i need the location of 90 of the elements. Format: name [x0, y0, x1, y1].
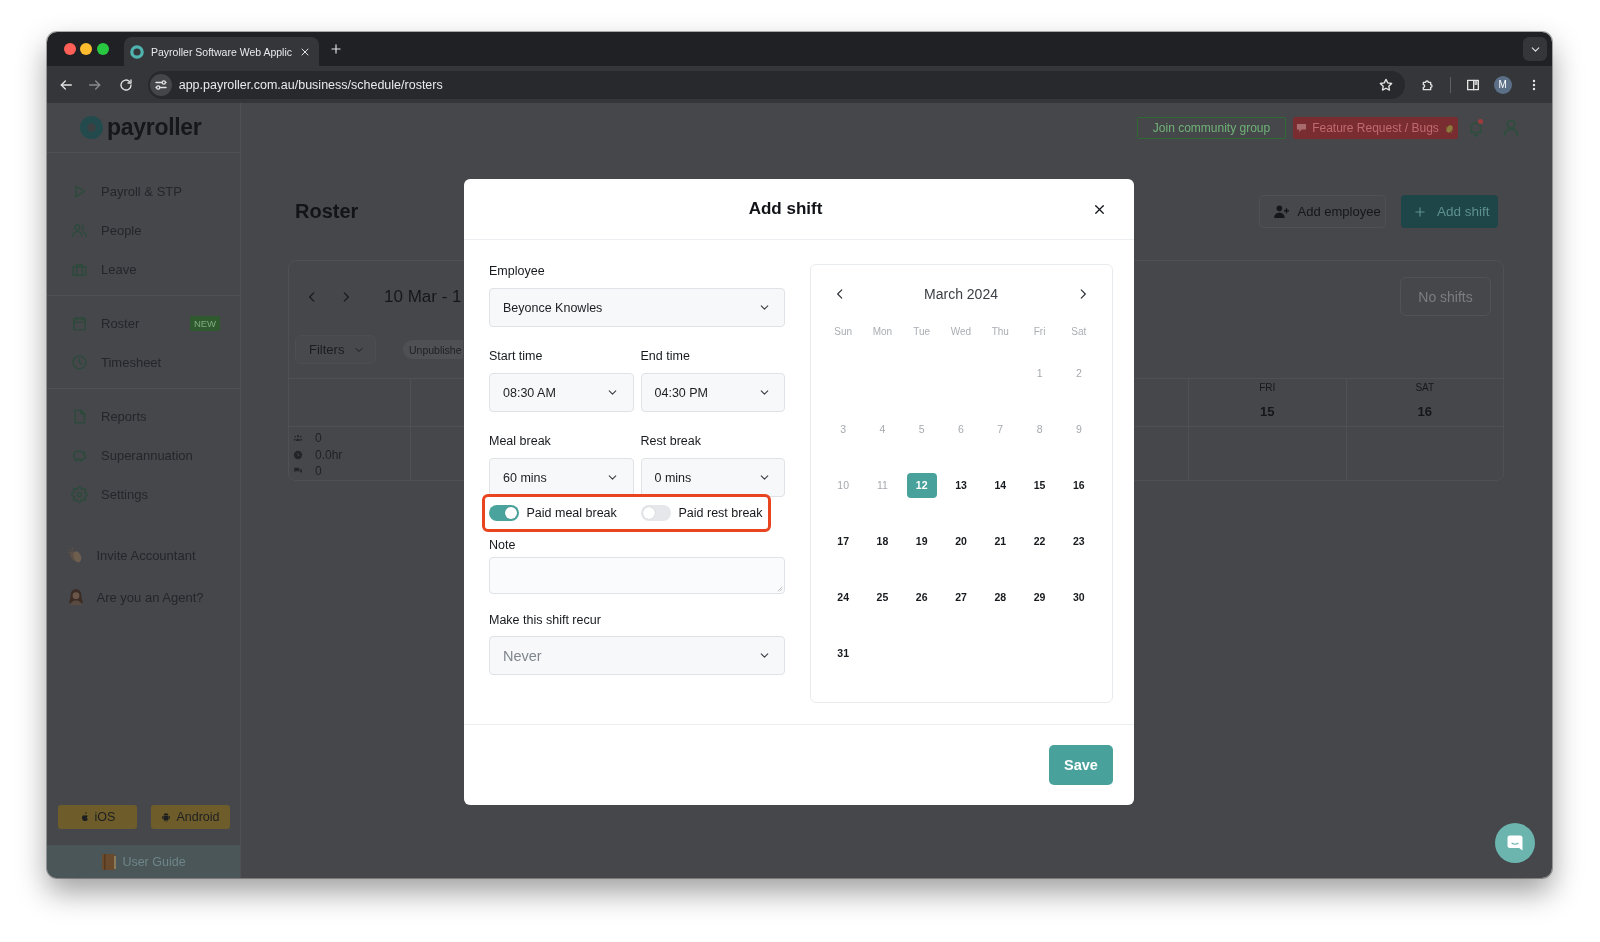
browser-tab[interactable]: Payroller Software Web Applic — [123, 37, 319, 66]
speech-bubble-icon — [1296, 122, 1308, 134]
action-button[interactable]: Add shift — [1401, 195, 1498, 228]
app-store-button[interactable]: iOS — [57, 805, 137, 829]
calendar-day[interactable]: 31 — [828, 640, 859, 666]
piggy-bank-icon — [71, 447, 88, 464]
calendar-day[interactable]: 30 — [1063, 584, 1094, 610]
calendar-day[interactable]: 28 — [985, 584, 1016, 610]
calendar-day[interactable]: 12 — [906, 472, 937, 498]
calendar-day[interactable]: 13 — [946, 472, 976, 498]
field-label: Note — [489, 538, 517, 552]
toggle-label[interactable]: Paid meal break — [526, 506, 617, 520]
field-label: Meal break — [489, 434, 552, 448]
address-bar[interactable]: app.payroller.com.au/business/schedule/rosters — [147, 70, 1405, 99]
calendar-day[interactable]: 15 — [1024, 472, 1055, 498]
header-button-label: Join community group — [1152, 121, 1271, 135]
chat-launcher-button[interactable] — [1495, 823, 1535, 863]
note-field[interactable] — [489, 557, 785, 594]
month-label: March 2024 — [924, 286, 998, 302]
new-tab-icon[interactable] — [328, 42, 343, 56]
field-label: Start time — [489, 349, 544, 363]
settings-icon — [71, 486, 88, 503]
reload-icon[interactable] — [117, 76, 134, 93]
chat-bubble-icon — [1505, 833, 1525, 853]
calendar-day[interactable]: 18 — [867, 528, 898, 554]
toggle-label[interactable]: Paid rest break — [678, 506, 763, 520]
resize-grip-icon — [775, 584, 783, 592]
calendar-day[interactable]: 20 — [946, 528, 976, 554]
favicon-icon — [129, 44, 144, 59]
field-label: End time — [640, 349, 691, 363]
save-button[interactable]: Save — [1049, 745, 1113, 785]
new-badge: NEW — [190, 316, 220, 331]
calendar-day[interactable]: 17 — [828, 528, 859, 554]
time-select[interactable]: 08:30 AM — [489, 373, 634, 412]
calendar-day[interactable]: 16 — [1063, 472, 1094, 498]
android-icon — [160, 811, 173, 823]
header-button[interactable]: Join community group — [1137, 117, 1286, 139]
calendar-day[interactable]: 19 — [906, 528, 937, 554]
recur-select[interactable]: Never — [489, 636, 785, 675]
people-icon — [71, 222, 88, 239]
person-icon — [67, 588, 85, 606]
calendar-day[interactable]: 21 — [985, 528, 1016, 554]
clock-icon — [71, 354, 88, 371]
weekday-label: Wed — [949, 325, 973, 337]
break-select[interactable]: 0 mins — [640, 458, 785, 497]
app-store-button[interactable]: Android — [150, 805, 230, 829]
calendar-day[interactable]: 25 — [867, 584, 898, 610]
header-button[interactable]: Feature Request / Bugs — [1293, 117, 1458, 139]
zoom-window-icon[interactable] — [96, 43, 109, 55]
weekday-label: Sun — [833, 325, 854, 337]
calendar-day[interactable]: 24 — [828, 584, 859, 610]
tab-search-button[interactable] — [1523, 37, 1547, 61]
employee-select[interactable]: Beyonce Knowles — [489, 288, 785, 327]
field-label: Rest break — [640, 434, 702, 448]
calendar-day[interactable]: 29 — [1024, 584, 1055, 610]
clock-icon — [293, 449, 303, 460]
people-icon — [293, 433, 303, 444]
book-icon — [101, 852, 118, 871]
break-select[interactable]: 60 mins — [489, 458, 634, 497]
field-label: Employee — [489, 264, 546, 278]
weekday-label: Tue — [912, 325, 932, 337]
bookmark-star-icon[interactable] — [1377, 76, 1394, 93]
close-window-icon[interactable] — [63, 43, 76, 55]
briefcase-icon — [71, 261, 88, 278]
calendar-day[interactable]: 26 — [906, 584, 937, 610]
time-select[interactable]: 04:30 PM — [640, 373, 785, 412]
calendar-icon — [71, 315, 88, 332]
calendar-day[interactable]: 14 — [985, 472, 1016, 498]
user-plus-icon — [1272, 203, 1290, 220]
weekday-label: Thu — [990, 325, 1010, 337]
calendar-day[interactable]: 27 — [946, 584, 976, 610]
plus-icon — [1413, 204, 1427, 219]
placeholder-text: Never — [503, 647, 542, 664]
header-button-label: Feature Request / Bugs — [1312, 121, 1439, 135]
weekday-label: Sat — [1070, 325, 1088, 337]
minimize-window-icon[interactable] — [80, 43, 93, 55]
toggle-switch[interactable] — [641, 505, 671, 521]
calendar-day[interactable]: 23 — [1063, 528, 1094, 554]
logo-icon — [80, 116, 103, 139]
url-text: app.payroller.com.au/business/schedule/rosters — [178, 77, 443, 92]
profile-avatar[interactable]: M — [1493, 75, 1512, 94]
field-label: Make this shift recur — [489, 613, 602, 627]
tab-title: Payroller Software Web Applic — [150, 45, 293, 58]
bug-icon — [1443, 122, 1455, 134]
site-settings-icon[interactable] — [149, 73, 172, 96]
weekday-label: Fri — [1032, 325, 1047, 337]
dialog-title: Add shift — [748, 199, 823, 219]
calendar-day[interactable]: 22 — [1024, 528, 1055, 554]
toggle-switch[interactable] — [489, 505, 519, 521]
weekday-label: Mon — [871, 325, 894, 337]
